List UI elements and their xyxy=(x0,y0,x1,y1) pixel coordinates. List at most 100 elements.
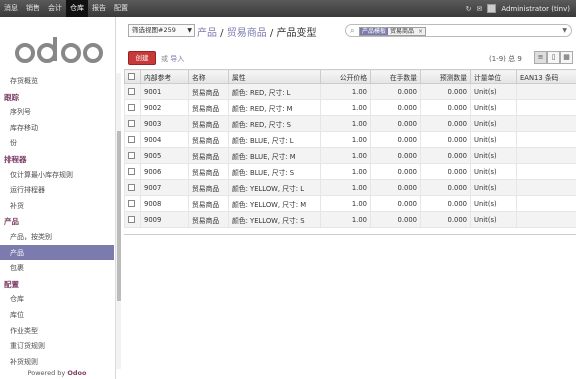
table-cell: 9001 xyxy=(140,83,189,100)
table-cell: 0.000 xyxy=(370,147,421,164)
sidebar-item[interactable]: 库位 xyxy=(0,307,114,323)
table-cell: 贸易商品 xyxy=(188,179,229,196)
sidebar-item[interactable]: 产品，按类别 xyxy=(0,229,114,245)
list-view-icon[interactable]: ≡ xyxy=(534,51,547,64)
select-all-cell xyxy=(124,69,141,84)
sidebar-item[interactable]: 存货概览 xyxy=(0,73,114,89)
sidebar-scrollbar[interactable] xyxy=(115,73,121,369)
facet-remove-icon[interactable]: × xyxy=(416,28,426,35)
top-menu-item[interactable]: 仓库 xyxy=(66,0,88,17)
top-menu-item[interactable]: 配置 xyxy=(110,0,132,17)
table-cell: 9008 xyxy=(140,195,189,212)
row-checkbox[interactable] xyxy=(128,152,135,159)
table-cell: 贸易商品 xyxy=(188,163,229,180)
table-row[interactable]: 9005 贸易商品 颜色: BLUE, 尺寸: M 1.00 0.000 0.000 Uni… xyxy=(124,147,576,164)
sidebar-item[interactable]: 包裹 xyxy=(0,260,114,276)
odoo-logo[interactable] xyxy=(15,33,105,69)
table-cell: Unit(s) xyxy=(470,179,517,196)
table-cell: 0.000 xyxy=(370,211,421,228)
table-cell xyxy=(516,211,576,228)
select-all-checkbox[interactable] xyxy=(128,73,135,80)
view-switcher: ≡ ▯ ▦ xyxy=(534,51,573,64)
column-header[interactable]: 名称 xyxy=(188,69,229,84)
form-view-icon[interactable]: ▯ xyxy=(547,51,560,64)
top-menu-item[interactable]: 销售 xyxy=(22,0,44,17)
table-cell: 1.00 xyxy=(320,179,371,196)
row-checkbox[interactable] xyxy=(128,104,135,111)
search-options-icon[interactable]: ▼ xyxy=(562,25,567,37)
column-header[interactable]: 预测数量 xyxy=(420,69,471,84)
sidebar-item[interactable]: 份 xyxy=(0,135,114,151)
avatar[interactable] xyxy=(487,4,497,13)
row-checkbox[interactable] xyxy=(128,216,135,223)
table-cell: 0.000 xyxy=(370,131,421,148)
top-menu-item[interactable]: 报告 xyxy=(88,0,110,17)
table-row[interactable]: 9004 贸易商品 颜色: BLUE, 尺寸: L 1.00 0.000 0.000 Uni… xyxy=(124,131,576,148)
table-row[interactable]: 9001 贸易商品 颜色: RED, 尺寸: L 1.00 0.000 0.000 Unit… xyxy=(124,83,576,100)
table-cell: Unit(s) xyxy=(470,211,517,228)
search-box[interactable]: ⌕ 产品模板 贸易商品 × ▼ xyxy=(345,24,572,37)
top-menu-item[interactable]: 会计 xyxy=(44,0,66,17)
row-checkbox[interactable] xyxy=(128,88,135,95)
table-cell: 1.00 xyxy=(320,99,371,116)
sidebar-item[interactable]: 重订货规则 xyxy=(0,338,114,354)
table-row[interactable]: 9008 贸易商品 颜色: YELLOW, 尺寸: M 1.00 0.000 0.000 U… xyxy=(124,195,576,212)
sidebar-item[interactable]: 库存移动 xyxy=(0,120,114,136)
import-link[interactable]: 导入 xyxy=(170,55,184,63)
sidebar-item[interactable]: 序列号 xyxy=(0,104,114,120)
breadcrumb-link[interactable]: 产品 xyxy=(197,28,217,39)
create-button[interactable]: 创建 xyxy=(128,51,156,65)
table-cell: 1.00 xyxy=(320,211,371,228)
row-select-cell xyxy=(124,83,141,100)
sidebar-item[interactable]: 产品 xyxy=(0,244,114,261)
powered-by-brand-link[interactable]: Odoo xyxy=(67,369,86,377)
table-cell: Unit(s) xyxy=(470,163,517,180)
sidebar-item[interactable]: 仅计算最小库存规则 xyxy=(0,167,114,183)
table-cell: Unit(s) xyxy=(470,195,517,212)
chevron-down-icon: ▼ xyxy=(187,27,192,34)
view-selector[interactable]: 筛选视图#259 ▼ xyxy=(128,24,195,37)
column-header[interactable]: 在手数量 xyxy=(370,69,421,84)
scrollbar-thumb[interactable] xyxy=(117,131,121,301)
row-select-cell xyxy=(124,211,141,228)
sidebar-item[interactable]: 运行排程器 xyxy=(0,182,114,198)
table-cell: 贸易商品 xyxy=(188,211,229,228)
column-header[interactable]: 公开价格 xyxy=(320,69,371,84)
sidebar-item[interactable]: 补货规则 xyxy=(0,354,114,369)
column-header[interactable]: 属性 xyxy=(228,69,321,84)
row-checkbox[interactable] xyxy=(128,168,135,175)
row-checkbox[interactable] xyxy=(128,120,135,127)
sidebar-item[interactable]: 补货 xyxy=(0,198,114,214)
row-select-cell xyxy=(124,99,141,116)
top-menu-item[interactable]: 消息 xyxy=(0,0,22,17)
sidebar-item[interactable]: 作业类型 xyxy=(0,323,114,339)
import-area: 或 导入 xyxy=(161,55,185,63)
refresh-icon[interactable]: ↻ xyxy=(466,5,472,13)
table-cell: 1.00 xyxy=(320,147,371,164)
user-menu[interactable]: Administrator (tinv) xyxy=(501,5,570,13)
chat-icon[interactable]: ✉ xyxy=(476,5,482,13)
powered-by: Powered by Odoo xyxy=(27,369,87,377)
column-header[interactable]: 内部参考 xyxy=(140,69,189,84)
row-checkbox[interactable] xyxy=(128,136,135,143)
table-cell: 颜色: BLUE, 尺寸: L xyxy=(228,131,321,148)
table-cell: 0.000 xyxy=(420,83,471,100)
sidebar-item[interactable]: 仓库 xyxy=(0,291,114,307)
table-cell: 9002 xyxy=(140,99,189,116)
table-row[interactable]: 9003 贸易商品 颜色: RED, 尺寸: S 1.00 0.000 0.000 Unit… xyxy=(124,115,576,132)
table-row[interactable]: 9006 贸易商品 颜色: BLUE, 尺寸: S 1.00 0.000 0.000 Uni… xyxy=(124,163,576,180)
pager[interactable]: (1-9) 总 9 xyxy=(489,54,522,64)
table-row[interactable]: 9002 贸易商品 颜色: RED, 尺寸: M 1.00 0.000 0.000 Unit… xyxy=(124,99,576,116)
row-checkbox[interactable] xyxy=(128,200,135,207)
breadcrumb-link[interactable]: 贸易商品 xyxy=(227,28,267,39)
table-row[interactable]: 9007 贸易商品 颜色: YELLOW, 尺寸: L 1.00 0.000 0.000 U… xyxy=(124,179,576,196)
table-cell xyxy=(516,131,576,148)
table-row[interactable]: 9009 贸易商品 颜色: YELLOW, 尺寸: S 1.00 0.000 0.000 U… xyxy=(124,211,576,228)
column-header[interactable]: 计量单位 xyxy=(470,69,517,84)
table-cell xyxy=(516,195,576,212)
column-header[interactable]: EAN13 条码 xyxy=(516,69,576,84)
table-cell: 1.00 xyxy=(320,195,371,212)
row-checkbox[interactable] xyxy=(128,184,135,191)
kanban-view-icon[interactable]: ▦ xyxy=(560,51,573,64)
table-cell: 颜色: RED, 尺寸: S xyxy=(228,115,321,132)
